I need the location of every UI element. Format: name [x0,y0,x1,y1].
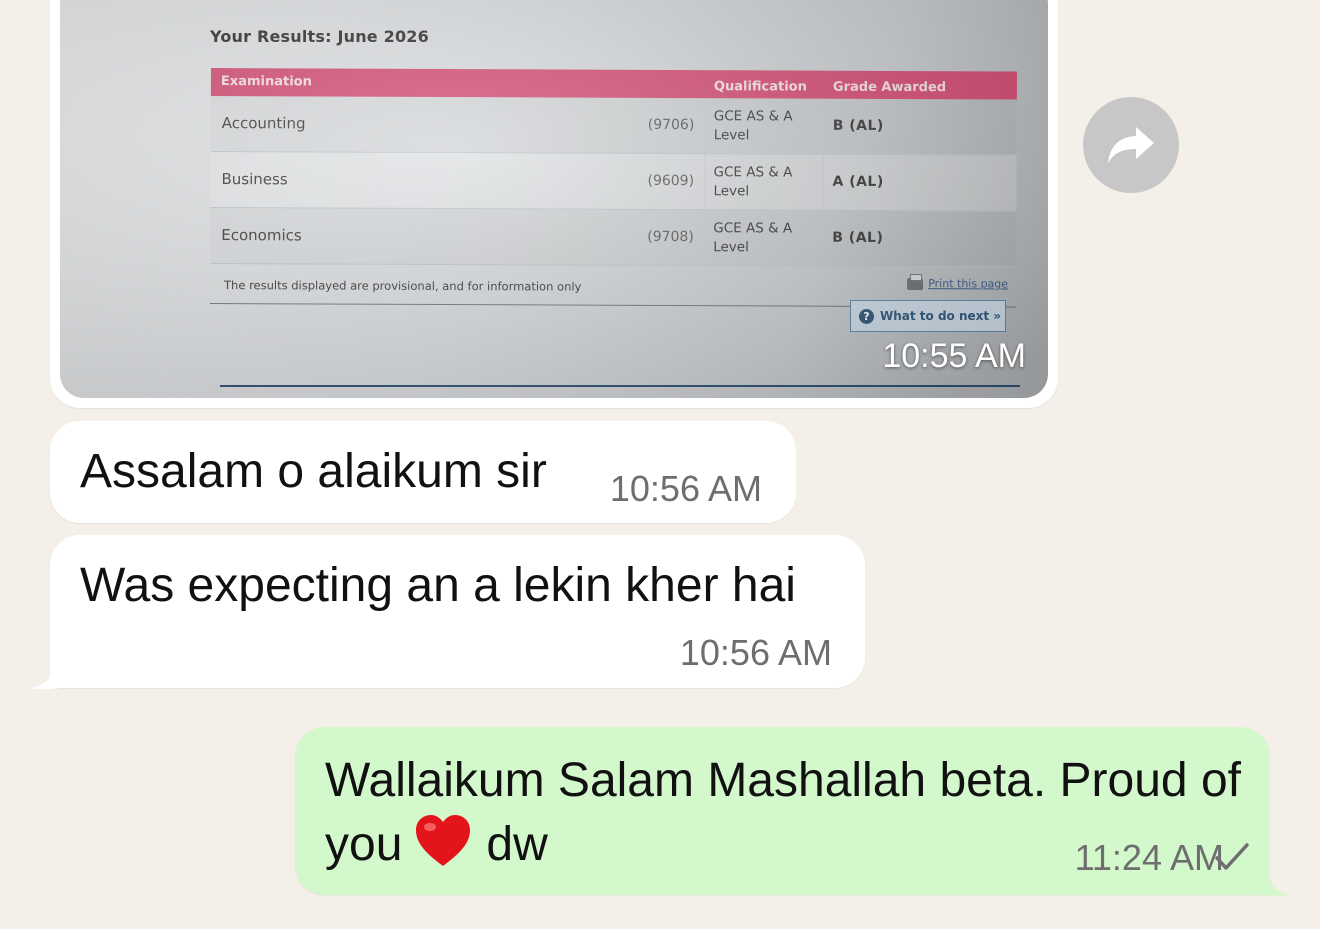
forward-button[interactable] [1083,97,1179,193]
column-examination: Examination [220,74,312,90]
message-time: 11:24 AM [1074,837,1224,878]
qualification: GCE AS & A Level [713,108,793,144]
column-divider [822,154,824,210]
sent-check-icon [1215,843,1249,870]
message-time: 10:56 AM [609,468,762,509]
photo-bottom-line [220,385,1020,387]
column-divider [704,210,706,266]
chat-view: Your Results: June 2026 Examination Qual… [0,0,1320,929]
qualification: GCE AS & A Level [713,164,793,200]
column-qualification: Qualification [713,79,807,95]
table-row: Accounting (9706) GCE AS & A Level B (AL… [210,95,1017,156]
results-table-header: Examination Qualification Grade Awarded [210,68,1017,100]
printer-icon [907,277,924,290]
incoming-message-bubble[interactable]: Was expecting an a lekin kher hai 10:56 … [50,535,865,688]
message-text: Assalam o alaikum sir [80,445,547,498]
subject-code: (9706) [647,116,695,134]
subject-code: (9708) [647,228,694,246]
forward-icon [1108,127,1154,163]
provisional-note: The results displayed are provisional, a… [224,278,582,294]
message-text-part: dw [486,818,548,871]
subject-name: Economics [221,226,302,245]
table-row: Economics (9708) GCE AS & A Level B (AL) [210,207,1017,268]
print-link: Print this page [907,277,1008,290]
incoming-message-bubble[interactable]: Assalam o alaikum sir 10:56 AM [50,421,796,523]
column-divider [822,210,824,266]
message-time: 10:56 AM [679,632,832,673]
what-to-do-next-label: What to do next » [880,309,1002,323]
outgoing-message-bubble[interactable]: Wallaikum Salam Mashallah beta. Proud of… [295,727,1270,895]
column-divider [822,98,824,154]
image-message-time: 10:55 AM [882,337,1026,375]
qualification: GCE AS & A Level [713,220,793,256]
what-to-do-next-button: ? What to do next » [850,300,1006,332]
help-icon: ? [859,308,874,324]
print-label: Print this page [928,277,1009,291]
subject-name: Business [221,170,288,189]
bubble-tail-right [1250,826,1290,896]
results-title: Your Results: June 2026 [210,27,429,46]
subject-code: (9609) [647,172,695,190]
column-divider [704,154,706,210]
message-text: Was expecting an a lekin kher hai [80,559,796,612]
grade: A (AL) [832,173,884,190]
grade: B (AL) [832,117,884,134]
results-photo[interactable]: Your Results: June 2026 Examination Qual… [60,0,1048,398]
image-message-bubble[interactable]: Your Results: June 2026 Examination Qual… [50,0,1058,408]
grade: B (AL) [832,229,884,246]
column-grade: Grade Awarded [832,79,947,96]
column-divider [704,98,706,154]
bubble-tail-left [30,618,60,690]
results-table: Examination Qualification Grade Awarded … [209,68,1017,308]
red-heart-icon [416,815,471,866]
table-row: Business (9609) GCE AS & A Level A (AL) [210,151,1017,212]
subject-name: Accounting [221,114,306,133]
